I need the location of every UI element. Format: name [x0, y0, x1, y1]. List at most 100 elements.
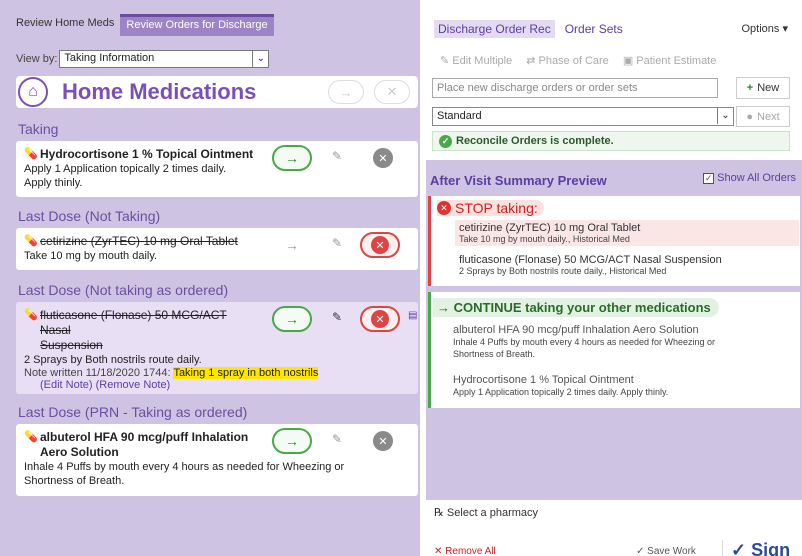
remove-note-link[interactable]: (Remove Note)	[96, 379, 171, 391]
avs-med-name: Hydrocortisone 1 % Topical Ointment	[453, 374, 634, 386]
check-icon: ✓	[731, 540, 752, 556]
right-tabs: Discharge Order Rec Order Sets	[434, 20, 627, 38]
arrow-right-icon: →	[339, 84, 353, 100]
new-order-button[interactable]: + New	[736, 77, 790, 99]
arrow-right-icon: →	[285, 150, 299, 166]
pencil-icon[interactable]: ✎	[332, 432, 342, 446]
home-meds-pane: Review Home Meds Review Orders for Disch…	[0, 0, 420, 556]
continue-taking-box: → CONTINUE taking your other medications…	[428, 292, 800, 408]
edit-multiple-label: Edit Multiple	[452, 55, 513, 67]
page-title: Home Medications	[62, 79, 257, 104]
close-icon: ✕	[434, 546, 446, 556]
view-by-value: Taking Information	[64, 52, 155, 64]
checkbox-icon[interactable]: ✓	[703, 172, 715, 184]
pencil-icon[interactable]: ✎	[332, 149, 342, 163]
remove-all-button[interactable]: ✕ Remove All	[434, 546, 496, 556]
view-by-select[interactable]: Taking Information ⌄	[59, 50, 270, 68]
chevron-down-icon[interactable]: ⌄	[717, 108, 733, 124]
list-item[interactable]: cetirizine (ZyrTEC) 10 mg Oral Tablet Ta…	[455, 220, 799, 246]
avs-med-name: albuterol HFA 90 mcg/puff Inhalation Aer…	[453, 324, 699, 336]
new-label: New	[757, 82, 780, 94]
view-by-label: View by:	[16, 53, 58, 65]
patient-estimate-button[interactable]: ▣ Patient Estimate	[623, 54, 717, 67]
med-sig: 2 Sprays by Both nostrils route daily.	[24, 354, 202, 366]
continue-button[interactable]: →	[272, 428, 312, 454]
note-prefix: Note written 11/18/2020 1744:	[24, 367, 171, 379]
pencil-icon[interactable]: ✎	[332, 236, 342, 250]
list-item[interactable]: Hydrocortisone 1 % Topical Ointment Appl…	[453, 374, 793, 398]
note-icon[interactable]: ▤	[408, 310, 417, 321]
plus-icon: +	[746, 82, 754, 94]
left-tabs: Review Home Meds Review Orders for Disch…	[10, 14, 274, 36]
tab-order-sets[interactable]: Order Sets	[561, 20, 627, 38]
avs-med-name: fluticasone (Flonase) 50 MCG/ACT Nasal S…	[459, 254, 722, 266]
save-work-button[interactable]: ✓ Save Work	[636, 546, 696, 556]
edit-note-link[interactable]: (Edit Note)	[40, 379, 93, 391]
alert-icon: ●	[746, 110, 754, 123]
list-item[interactable]: fluticasone (Flonase) 50 MCG/ACT Nasal S…	[455, 252, 799, 278]
discontinue-all-button[interactable]: ✕	[374, 80, 410, 104]
tab-review-orders-for-discharge[interactable]: Review Orders for Discharge	[120, 14, 274, 36]
med-sig: Apply thinly.	[24, 177, 83, 189]
stop-taking-box: ✕ STOP taking: cetirizine (ZyrTEC) 10 mg…	[428, 196, 800, 286]
continue-all-button[interactable]: →	[328, 80, 364, 104]
options-menu[interactable]: Options ▾	[742, 22, 789, 35]
med-name: Aero Solution	[40, 445, 119, 459]
avs-med-sig: Shortness of Breath.	[453, 349, 536, 359]
pencil-icon[interactable]: ✎	[332, 310, 342, 324]
list-item[interactable]: 💊 Hydrocortisone 1 % Topical Ointment Ap…	[16, 141, 418, 197]
med-name: Suspension	[40, 338, 103, 352]
med-sig: Take 10 mg by mouth daily.	[24, 250, 158, 262]
show-all-orders-toggle[interactable]: ✓ Show All Orders	[703, 172, 796, 184]
next-button[interactable]: ● Next	[736, 106, 790, 127]
section-heading-not-taking: Last Dose (Not Taking)	[18, 208, 161, 224]
tab-review-home-meds[interactable]: Review Home Meds	[10, 14, 120, 36]
next-label: Next	[757, 110, 780, 123]
standard-select[interactable]: Standard ⌄	[432, 107, 734, 126]
discontinue-button[interactable]: ✕	[373, 148, 393, 168]
list-item[interactable]: albuterol HFA 90 mcg/puff Inhalation Aer…	[453, 324, 793, 360]
phase-of-care-label: Phase of Care	[538, 55, 609, 67]
avs-title: After Visit Summary Preview	[430, 173, 607, 188]
select-pharmacy-link[interactable]: ℞ Select a pharmacy	[434, 506, 538, 519]
med-sig: Shortness of Breath.	[24, 475, 125, 487]
avs-med-sig: 2 Sprays by Both nostrils route daily., …	[459, 266, 667, 276]
discontinue-button[interactable]: ✕	[373, 431, 393, 451]
medication-icon: 💊	[24, 148, 38, 160]
med-sig: Inhale 4 Puffs by mouth every 4 hours as…	[24, 461, 345, 473]
view-by-row: View by: Taking Information ⌄	[16, 50, 270, 68]
check-icon: ✓	[636, 546, 648, 556]
continue-heading-text: CONTINUE taking your other medications	[453, 300, 711, 315]
close-icon: ✕	[378, 435, 388, 448]
list-item[interactable]: 💊 cetirizine (ZyrTEC) 10 mg Oral Tablet …	[16, 228, 418, 270]
discontinue-button[interactable]: ✕	[360, 306, 400, 332]
pharmacy-label: Select a pharmacy	[446, 507, 539, 519]
continue-button[interactable]: →	[272, 232, 312, 258]
edit-multiple-button[interactable]: ✎ Edit Multiple	[440, 54, 512, 67]
check-icon: ✓	[439, 134, 452, 148]
close-icon: ✕	[386, 84, 398, 99]
order-toolbar: ✎ Edit Multiple ⇄ Phase of Care ▣ Patien…	[440, 54, 716, 67]
section-heading-not-taking-as-ordered: Last Dose (Not taking as ordered)	[18, 282, 229, 298]
new-order-input[interactable]: Place new discharge orders or order sets	[432, 78, 718, 98]
med-name: cetirizine (ZyrTEC) 10 mg Oral Tablet	[40, 234, 238, 248]
rx-icon: ℞	[434, 507, 447, 519]
home-icon: ⌂	[18, 77, 48, 107]
home-meds-header: ⌂ Home Medications → ✕	[16, 76, 418, 108]
continue-button[interactable]: →	[272, 306, 312, 332]
list-item[interactable]: 💊 albuterol HFA 90 mcg/puff Inhalation A…	[16, 424, 418, 496]
sign-button[interactable]: ✓ Sign	[722, 540, 790, 556]
list-item[interactable]: 💊 fluticasone (Flonase) 50 MCG/ACT Nasal…	[16, 302, 418, 394]
footer-actions: ✕ Remove All ✓ Save Work ✓ Sign	[426, 540, 802, 556]
section-heading-taking: Taking	[18, 121, 59, 137]
discontinue-button[interactable]: ✕	[360, 232, 400, 258]
tab-discharge-order-rec[interactable]: Discharge Order Rec	[434, 20, 555, 38]
close-icon: ✕	[371, 310, 389, 328]
section-heading-prn: Last Dose (PRN - Taking as ordered)	[18, 404, 248, 420]
chevron-down-icon[interactable]: ⌄	[252, 51, 268, 67]
patient-estimate-label: Patient Estimate	[636, 55, 717, 67]
phase-of-care-button[interactable]: ⇄ Phase of Care	[526, 54, 609, 67]
continue-button[interactable]: →	[272, 145, 312, 171]
med-name: albuterol HFA 90 mcg/puff Inhalation	[40, 430, 249, 444]
close-icon: ✕	[378, 152, 388, 165]
